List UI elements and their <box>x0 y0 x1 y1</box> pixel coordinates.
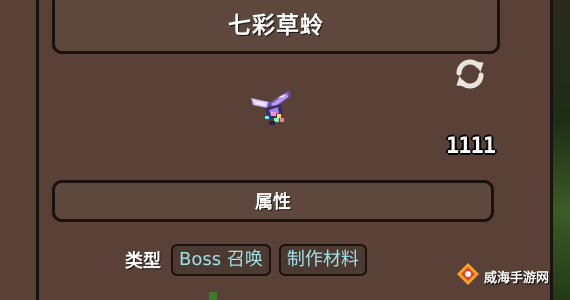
tag-boss-summon[interactable]: Boss 召唤 <box>171 244 271 276</box>
item-title: 七彩草蛉 <box>228 13 324 39</box>
background-foliage <box>553 0 570 300</box>
watermark-text: 威海手游网 <box>484 270 550 286</box>
watermark: 威海手游网 <box>456 262 549 290</box>
left-edge <box>0 0 38 300</box>
attributes-header-label: 属性 <box>255 192 291 213</box>
type-label: 类型 <box>125 251 161 272</box>
stack-count: 1111 <box>446 134 496 159</box>
refresh-icon[interactable] <box>452 56 488 92</box>
logo-icon <box>456 262 480 290</box>
item-panel: 七彩草蛉 1111 属性 类型 Boss 召唤 制作材料 <box>39 0 553 300</box>
decorative-sprite <box>209 292 217 300</box>
prismatic-lacewing-sprite <box>247 88 297 130</box>
tag-crafting-material[interactable]: 制作材料 <box>278 244 367 276</box>
item-title-box: 七彩草蛉 <box>52 0 500 54</box>
attributes-header[interactable]: 属性 <box>52 180 494 222</box>
type-row: 类型 Boss 召唤 制作材料 <box>125 242 367 278</box>
